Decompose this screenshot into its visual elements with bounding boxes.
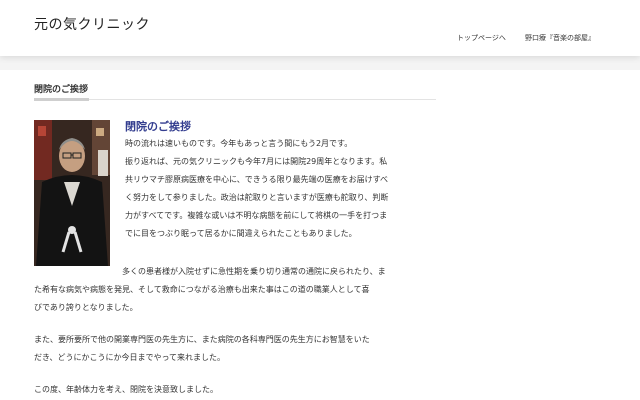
paragraph-1-line: 振り返れば、元の気クリニックも今年7月には開院29周年となります。私 (125, 157, 388, 166)
paragraph-1-line: でに目をつぶり眠って居るかに間違えられたこともありました。 (125, 229, 357, 238)
paragraph-1-line: く努力をして参りました。政治は舵取りと言いますが医療も舵取り、判断 (125, 193, 389, 202)
paragraph-2-line: た希有な病気や病態を発見、そして救命につながる治療も出来た事はこの道の職業人とし… (34, 285, 370, 294)
heading-divider (34, 99, 436, 100)
paragraph-1: 時の流れは速いものです。今年もあっと言う間にもう2月です。 振り返れば、元の気ク… (125, 135, 441, 243)
paragraph-4: この度、年齢体力を考え、閉院を決意致しました。 (34, 381, 439, 399)
main-nav: トップページへ 野口療『音楽の部屋』 (0, 33, 640, 47)
paragraph-2: 多くの患者様が入院せずに急性期を乗り切り通常の通院に戻られたり、ま た希有な病気… (34, 263, 439, 317)
paragraph-1-line: 共リウマチ膠原病医療を中心に、できうる限り最先端の医療をお届けすべ (125, 175, 389, 184)
paragraph-3-line: また、要所要所で他の開業専門医の先生方に、また病院の各科専門医の先生方にお智慧を… (34, 335, 370, 344)
paragraph-3: また、要所要所で他の開業専門医の先生方に、また病院の各科専門医の先生方にお智慧を… (34, 331, 439, 367)
section-heading: 閉院のご挨拶 (34, 85, 89, 95)
paragraph-3-line: だき、どうにかこうにか今日までやって来れました。 (34, 353, 226, 362)
post-title: 閉院のご挨拶 (125, 120, 191, 133)
paragraph-2-line: びであり誇りとなりました。 (34, 303, 138, 312)
paragraph-2-line: 多くの患者様が入院せずに急性期を乗り切り通常の通院に戻られたり、ま (122, 267, 386, 276)
site-title[interactable]: 元の気クリニック (34, 14, 150, 34)
nav-link-music-room[interactable]: 野口療『音楽の部屋』 (525, 33, 595, 43)
paragraph-1-line: 時の流れは速いものです。今年もあっと言う間にもう2月です。 (125, 139, 353, 148)
paragraph-4-line: この度、年齢体力を考え、閉院を決意致しました。 (34, 385, 218, 394)
paragraph-1-line: 力がすべてです。複雑な或いは不明な病態を前にして将棋の一手を打つま (125, 211, 388, 220)
heading-underline (34, 98, 89, 101)
doctor-portrait-photo (34, 120, 110, 266)
site-header: 元の気クリニック トップページへ 野口療『音楽の部屋』 (0, 0, 640, 56)
nav-link-top-page[interactable]: トップページへ (457, 33, 506, 43)
main-content: 閉院のご挨拶 閉院のご挨拶 時の流れは速いものです。今年もあっと言う間にもう2月… (0, 70, 640, 400)
